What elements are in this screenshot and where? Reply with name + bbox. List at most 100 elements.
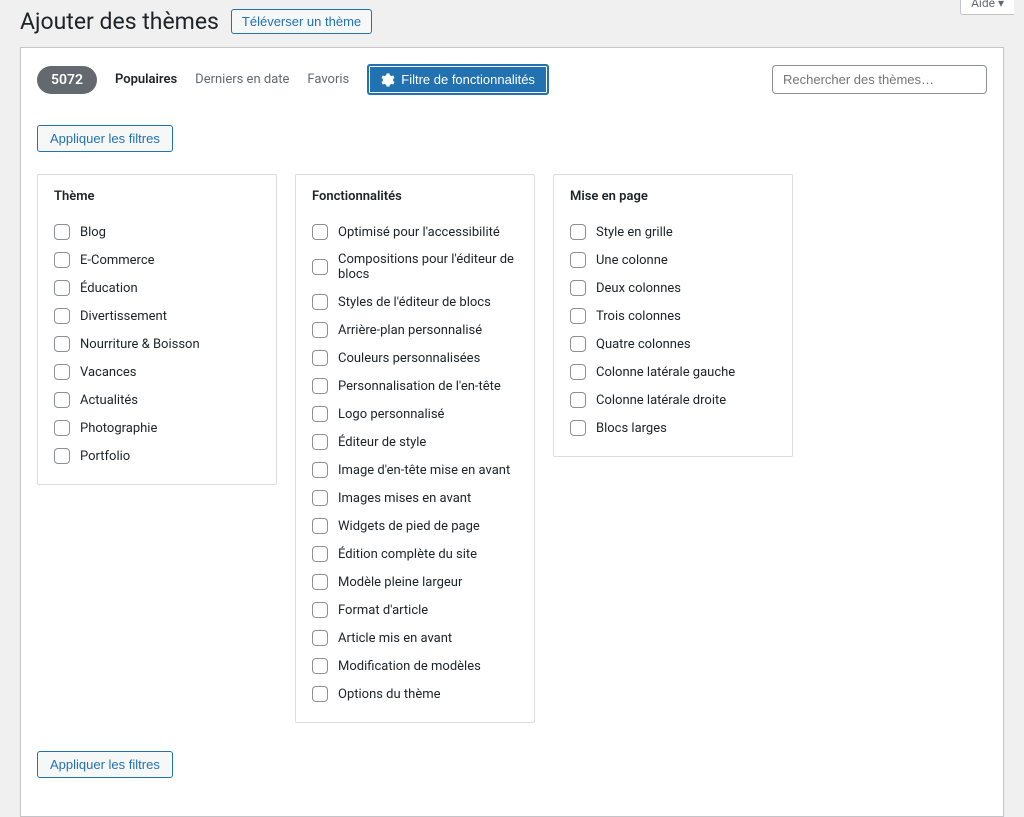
checkbox[interactable] — [312, 546, 328, 562]
checkbox[interactable] — [54, 252, 70, 268]
checkbox[interactable] — [312, 658, 328, 674]
filter-item[interactable]: Éducation — [54, 274, 260, 302]
filter-label: Nourriture & Boisson — [80, 337, 200, 352]
filter-item[interactable]: Article mis en avant — [312, 624, 518, 652]
checkbox[interactable] — [312, 294, 328, 310]
filter-label: Quatre colonnes — [596, 337, 691, 352]
feature-filter-button[interactable]: Filtre de fonctionnalités — [367, 64, 549, 95]
filter-item[interactable]: Photographie — [54, 414, 260, 442]
filter-columns: Thème BlogE-CommerceÉducationDivertissem… — [37, 174, 987, 723]
filter-item[interactable]: Modification de modèles — [312, 652, 518, 680]
checkbox[interactable] — [570, 308, 586, 324]
gear-icon — [381, 73, 395, 87]
filter-label: Options du thème — [338, 687, 441, 702]
checkbox[interactable] — [312, 322, 328, 338]
filter-label: Éducation — [80, 281, 138, 296]
filter-item[interactable]: Colonne latérale gauche — [570, 358, 776, 386]
filter-group-features: Fonctionnalités Optimisé pour l'accessib… — [295, 174, 535, 723]
checkbox[interactable] — [570, 420, 586, 436]
filter-label: Logo personnalisé — [338, 407, 444, 422]
checkbox[interactable] — [312, 350, 328, 366]
filter-item[interactable]: Widgets de pied de page — [312, 512, 518, 540]
filter-item[interactable]: Style en grille — [570, 218, 776, 246]
filter-label: Image d'en-tête mise en avant — [338, 463, 510, 478]
help-tab[interactable]: Aide ▾ — [960, 0, 1014, 15]
filter-item[interactable]: Nourriture & Boisson — [54, 330, 260, 358]
filter-item[interactable]: Colonne latérale droite — [570, 386, 776, 414]
filter-item[interactable]: Images mises en avant — [312, 484, 518, 512]
checkbox[interactable] — [570, 392, 586, 408]
filter-label: Couleurs personnalisées — [338, 351, 480, 366]
filter-item[interactable]: Personnalisation de l'en-tête — [312, 372, 518, 400]
filter-label: Divertissement — [80, 309, 167, 324]
checkbox[interactable] — [54, 420, 70, 436]
filter-item[interactable]: Arrière-plan personnalisé — [312, 316, 518, 344]
checkbox[interactable] — [54, 308, 70, 324]
checkbox[interactable] — [312, 224, 328, 240]
filter-label: Blocs larges — [596, 421, 667, 436]
checkbox[interactable] — [54, 364, 70, 380]
filter-item[interactable]: Image d'en-tête mise en avant — [312, 456, 518, 484]
filter-item[interactable]: Format d'article — [312, 596, 518, 624]
filter-item[interactable]: Styles de l'éditeur de blocs — [312, 288, 518, 316]
filter-item[interactable]: Actualités — [54, 386, 260, 414]
filter-item[interactable]: Logo personnalisé — [312, 400, 518, 428]
checkbox[interactable] — [54, 280, 70, 296]
checkbox[interactable] — [570, 252, 586, 268]
filter-item[interactable]: Vacances — [54, 358, 260, 386]
filter-item[interactable]: Portfolio — [54, 442, 260, 470]
filter-label: Colonne latérale droite — [596, 393, 726, 408]
checkbox[interactable] — [570, 336, 586, 352]
filter-item[interactable]: Compositions pour l'éditeur de blocs — [312, 246, 518, 288]
checkbox[interactable] — [312, 259, 328, 275]
checkbox[interactable] — [312, 602, 328, 618]
filter-item[interactable]: Options du thème — [312, 680, 518, 708]
filter-item[interactable]: Éditeur de style — [312, 428, 518, 456]
tab-popular[interactable]: Populaires — [115, 72, 177, 87]
checkbox[interactable] — [312, 406, 328, 422]
filter-label: Édition complète du site — [338, 547, 477, 562]
checkbox[interactable] — [312, 686, 328, 702]
filter-item[interactable]: Blog — [54, 218, 260, 246]
filter-item[interactable]: Deux colonnes — [570, 274, 776, 302]
filter-item[interactable]: Optimisé pour l'accessibilité — [312, 218, 518, 246]
feature-filter-label: Filtre de fonctionnalités — [401, 72, 535, 87]
filter-item[interactable]: Quatre colonnes — [570, 330, 776, 358]
checkbox[interactable] — [54, 448, 70, 464]
apply-filters-button-top[interactable]: Appliquer les filtres — [37, 125, 173, 152]
search-input[interactable] — [772, 65, 987, 94]
page-title: Ajouter des thèmes — [20, 8, 219, 35]
filter-item[interactable]: E-Commerce — [54, 246, 260, 274]
checkbox[interactable] — [54, 336, 70, 352]
filter-label: Images mises en avant — [338, 491, 471, 506]
checkbox[interactable] — [312, 434, 328, 450]
filter-item[interactable]: Blocs larges — [570, 414, 776, 442]
checkbox[interactable] — [570, 280, 586, 296]
checkbox[interactable] — [312, 378, 328, 394]
checkbox[interactable] — [312, 574, 328, 590]
tab-latest[interactable]: Derniers en date — [195, 72, 289, 87]
checkbox[interactable] — [312, 630, 328, 646]
filter-item[interactable]: Modèle pleine largeur — [312, 568, 518, 596]
upload-theme-button[interactable]: Téléverser un thème — [231, 9, 372, 34]
checkbox[interactable] — [54, 392, 70, 408]
caret-down-icon: ▾ — [998, 0, 1004, 10]
filter-item[interactable]: Couleurs personnalisées — [312, 344, 518, 372]
apply-filters-button-bottom[interactable]: Appliquer les filtres — [37, 751, 173, 778]
filter-label: E-Commerce — [80, 253, 155, 268]
checkbox[interactable] — [54, 224, 70, 240]
checkbox[interactable] — [570, 364, 586, 380]
checkbox[interactable] — [312, 518, 328, 534]
filter-item[interactable]: Divertissement — [54, 302, 260, 330]
filter-item[interactable]: Trois colonnes — [570, 302, 776, 330]
filter-label: Photographie — [80, 421, 157, 436]
filter-label: Compositions pour l'éditeur de blocs — [338, 252, 518, 282]
themes-panel: 5072 Populaires Derniers en date Favoris… — [20, 47, 1004, 817]
tab-favorites[interactable]: Favoris — [307, 72, 349, 87]
filter-heading-layout: Mise en page — [570, 189, 776, 204]
checkbox[interactable] — [312, 490, 328, 506]
checkbox[interactable] — [570, 224, 586, 240]
filter-item[interactable]: Édition complète du site — [312, 540, 518, 568]
checkbox[interactable] — [312, 462, 328, 478]
filter-item[interactable]: Une colonne — [570, 246, 776, 274]
